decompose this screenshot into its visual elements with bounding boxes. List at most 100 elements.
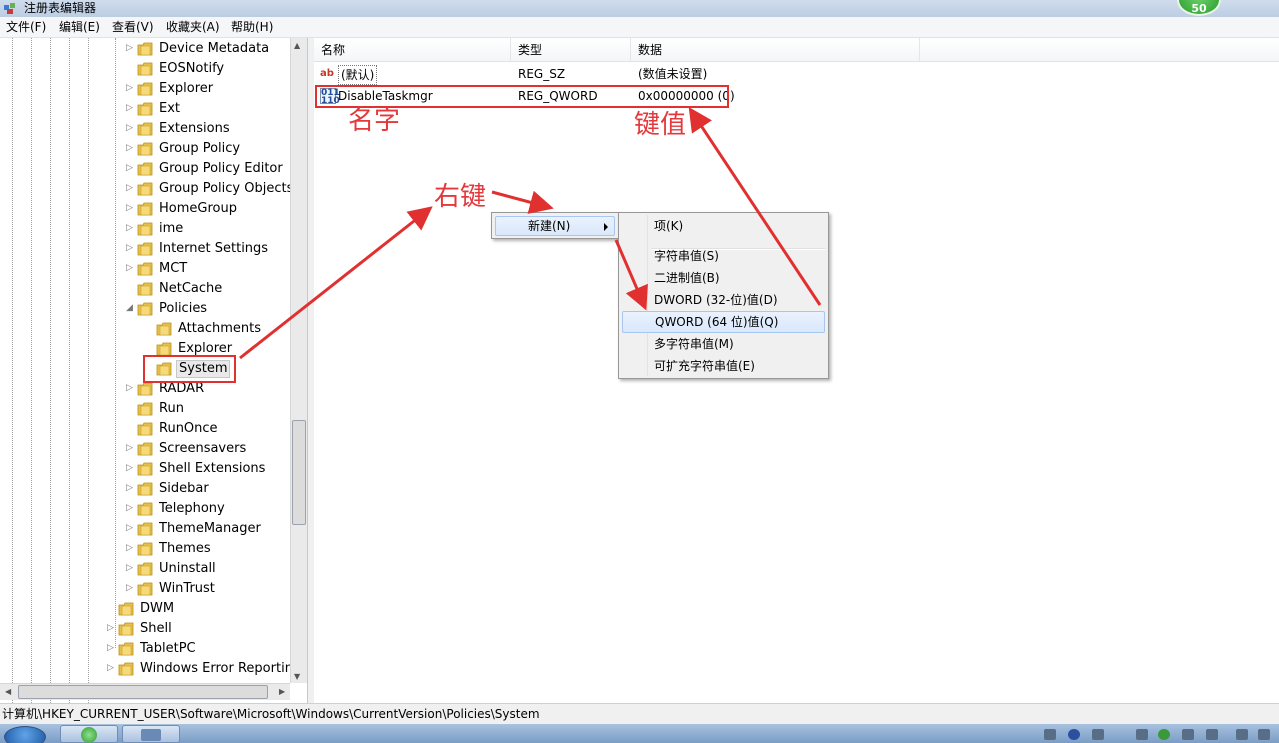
menu-item-multi-string-value[interactable]: 多字符串值(M)	[622, 333, 825, 355]
tree-item-internet-settings[interactable]: ▷ Internet Settings	[126, 239, 300, 259]
tree-guide-line	[88, 38, 89, 703]
menu-item-string-value[interactable]: 字符串值(S)	[622, 245, 825, 267]
tree-item-label: ime	[159, 221, 184, 236]
tree-expand-icon[interactable]: ▷	[126, 383, 134, 393]
tree-expand-icon[interactable]: ▷	[126, 503, 134, 513]
scroll-down-icon[interactable]: ▼	[294, 672, 300, 681]
scroll-up-icon[interactable]: ▲	[294, 41, 300, 50]
tray-flag-icon[interactable]	[1182, 729, 1194, 740]
tree-item-netcache[interactable]: NetCache	[126, 279, 300, 299]
tree-expand-icon[interactable]: ▷	[126, 163, 134, 173]
start-button-icon[interactable]	[4, 726, 46, 743]
tree-item-uninstall[interactable]: ▷ Uninstall	[126, 559, 300, 579]
tree-expand-icon[interactable]: ▷	[126, 183, 134, 193]
menu-edit[interactable]: 编辑(E)	[59, 20, 100, 35]
tree-expand-icon[interactable]: ▷	[126, 563, 134, 573]
menu-item-qword-value[interactable]: QWORD (64 位)值(Q)	[622, 311, 825, 333]
tree-expand-icon[interactable]: ▷	[126, 543, 134, 553]
menu-favorites[interactable]: 收藏夹(A)	[166, 20, 220, 35]
tree-item-runonce[interactable]: RunOnce	[126, 419, 300, 439]
scroll-left-icon[interactable]: ◀	[5, 687, 11, 696]
tree-item-device-metadata[interactable]: ▷ Device Metadata	[126, 39, 300, 59]
tree-item-label: Uninstall	[159, 561, 216, 576]
menu-file[interactable]: 文件(F)	[6, 20, 46, 35]
tree-item-wintrust[interactable]: ▷ WinTrust	[126, 579, 300, 599]
tree-expand-icon[interactable]: ▷	[126, 523, 134, 533]
notification-badge[interactable]: 50	[1177, 0, 1221, 16]
tree-vertical-scrollbar[interactable]: ▲ ▼	[290, 38, 307, 683]
tree-expand-icon[interactable]: ▷	[107, 663, 115, 673]
taskbar-regedit-icon[interactable]	[122, 725, 180, 743]
tree-expand-icon[interactable]: ▷	[126, 263, 134, 273]
tree-expand-icon[interactable]: ▷	[126, 583, 134, 593]
tree-expand-icon[interactable]: ▷	[126, 223, 134, 233]
tree-expand-icon[interactable]: ▷	[126, 143, 134, 153]
tree-hscroll-thumb[interactable]	[18, 685, 268, 699]
tree-item-label: TabletPC	[140, 641, 196, 656]
tray-display-icon[interactable]	[1092, 729, 1104, 740]
tree-item-eosnotify[interactable]: EOSNotify	[126, 59, 300, 79]
table-row[interactable]: ab (默认) REG_SZ (数值未设置)	[314, 63, 920, 85]
context-menu: 新建(N)	[491, 212, 619, 239]
tray-app-icon[interactable]	[1158, 729, 1170, 740]
menu-help[interactable]: 帮助(H)	[231, 20, 273, 35]
tray-power-icon[interactable]	[1258, 729, 1270, 740]
tree-item-mct[interactable]: ▷ MCT	[126, 259, 300, 279]
tree-item-telephony[interactable]: ▷ Telephony	[126, 499, 300, 519]
menu-item-new[interactable]: 新建(N)	[495, 216, 615, 236]
tree-scroll-thumb[interactable]	[292, 420, 306, 525]
tree-item-policies[interactable]: ◢ Policies	[126, 299, 300, 319]
tree-expand-icon[interactable]: ▷	[126, 43, 134, 53]
folder-icon	[118, 662, 134, 676]
tree-item-explorer[interactable]: ▷ Explorer	[126, 79, 300, 99]
tree-item-shell[interactable]: ▷ Shell	[107, 619, 300, 639]
tree-item-dwm[interactable]: DWM	[107, 599, 300, 619]
tree-item-group-policy-editor[interactable]: ▷ Group Policy Editor	[126, 159, 300, 179]
menu-view[interactable]: 查看(V)	[112, 20, 154, 35]
tray-volume-icon[interactable]	[1236, 729, 1248, 740]
column-header-filler	[920, 38, 1279, 62]
tray-security-icon[interactable]	[1136, 729, 1148, 740]
tree-item-label: Group Policy Objects	[159, 181, 294, 196]
tree-expand-icon[interactable]: ▷	[126, 483, 134, 493]
tree-item-thememanager[interactable]: ▷ ThemeManager	[126, 519, 300, 539]
tray-help-icon[interactable]	[1068, 729, 1080, 740]
tree-expand-icon[interactable]: ▷	[126, 463, 134, 473]
menu-item-binary-value[interactable]: 二进制值(B)	[622, 267, 825, 289]
tray-network-icon[interactable]	[1044, 729, 1056, 740]
tree-item-screensavers[interactable]: ▷ Screensavers	[126, 439, 300, 459]
tree-expand-icon[interactable]: ▷	[126, 243, 134, 253]
taskbar-browser-icon[interactable]	[60, 725, 118, 743]
tree-expand-icon[interactable]: ▷	[107, 623, 115, 633]
tree-item-sidebar[interactable]: ▷ Sidebar	[126, 479, 300, 499]
tree-expand-icon[interactable]: ▷	[107, 643, 115, 653]
tree-item-tabletpc[interactable]: ▷ TabletPC	[107, 639, 300, 659]
menu-item-key[interactable]: 项(K)	[622, 215, 825, 237]
tree-horizontal-scrollbar[interactable]: ◀ ▶	[0, 683, 290, 700]
menu-item-expandable-string-value[interactable]: 可扩充字符串值(E)	[622, 355, 825, 377]
column-header-name[interactable]: 名称	[314, 38, 511, 62]
tree-item-ext[interactable]: ▷ Ext	[126, 99, 300, 119]
tree-item-group-policy-objects[interactable]: ▷ Group Policy Objects	[126, 179, 300, 199]
tree-item-themes[interactable]: ▷ Themes	[126, 539, 300, 559]
tree-expand-icon[interactable]: ▷	[126, 83, 134, 93]
tree-item-shell-extensions[interactable]: ▷ Shell Extensions	[126, 459, 300, 479]
scroll-right-icon[interactable]: ▶	[279, 687, 285, 696]
tree-expand-icon[interactable]: ▷	[126, 203, 134, 213]
tree-item-windows-error-reporting[interactable]: ▷ Windows Error Reporting	[107, 659, 301, 679]
menu-item-dword-value[interactable]: DWORD (32-位)值(D)	[622, 289, 825, 311]
tree-item-attachments[interactable]: Attachments	[145, 319, 300, 339]
tray-device-icon[interactable]	[1206, 729, 1218, 740]
tree-item-homegroup[interactable]: ▷ HomeGroup	[126, 199, 300, 219]
tree-item-ime[interactable]: ▷ ime	[126, 219, 300, 239]
tree-item-extensions[interactable]: ▷ Extensions	[126, 119, 300, 139]
column-header-data[interactable]: 数据	[631, 38, 920, 62]
tree-expand-icon[interactable]: ▷	[126, 123, 134, 133]
tree-item-group-policy[interactable]: ▷ Group Policy	[126, 139, 300, 159]
tree-expand-icon[interactable]: ▷	[126, 103, 134, 113]
folder-icon	[137, 142, 153, 156]
tree-expand-icon[interactable]: ▷	[126, 443, 134, 453]
column-header-type[interactable]: 类型	[511, 38, 631, 62]
tree-item-run[interactable]: Run	[126, 399, 300, 419]
tree-collapse-icon[interactable]: ◢	[126, 303, 134, 313]
